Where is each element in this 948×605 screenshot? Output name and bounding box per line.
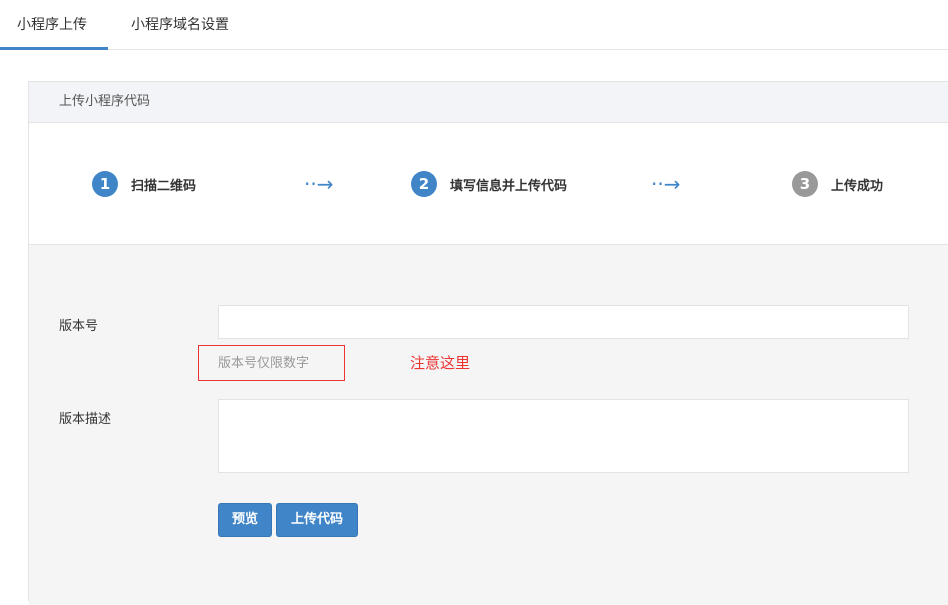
version-input[interactable] (218, 305, 909, 339)
upload-code-button[interactable]: 上传代码 (276, 503, 358, 537)
step-1: 1 扫描二维码 (92, 171, 196, 197)
step-label: 上传成功 (831, 178, 884, 194)
annotation-note: 注意这里 (410, 354, 471, 372)
step-number: 3 (792, 171, 818, 197)
tab-miniprogram-upload[interactable]: 小程序上传 (0, 0, 108, 50)
arrow-right-icon: ··→ (304, 172, 334, 196)
version-label: 版本号 (59, 319, 99, 334)
upload-form: 版本号 版本号仅限数字 注意这里 版本描述 预览 上传代码 (29, 245, 948, 605)
step-2: 2 填写信息并上传代码 (411, 171, 567, 197)
description-textarea[interactable] (218, 399, 909, 473)
preview-button[interactable]: 预览 (218, 503, 272, 537)
upload-panel: 上传小程序代码 1 扫描二维码 ··→ 2 填写信息并上传代码 ··→ 3 上传… (28, 81, 948, 605)
step-number: 2 (411, 171, 437, 197)
version-hint: 版本号仅限数字 (198, 345, 345, 381)
tab-domain-settings[interactable]: 小程序域名设置 (131, 0, 229, 50)
step-3: 3 上传成功 (792, 171, 883, 197)
panel-title: 上传小程序代码 (29, 82, 948, 123)
step-label: 扫描二维码 (131, 178, 197, 194)
step-number: 1 (92, 171, 118, 197)
tab-bar: 小程序上传 小程序域名设置 (0, 0, 948, 50)
arrow-right-icon: ··→ (651, 172, 681, 196)
steps-indicator: 1 扫描二维码 ··→ 2 填写信息并上传代码 ··→ 3 上传成功 (29, 123, 948, 245)
step-label: 填写信息并上传代码 (450, 178, 568, 194)
description-label: 版本描述 (59, 412, 112, 427)
